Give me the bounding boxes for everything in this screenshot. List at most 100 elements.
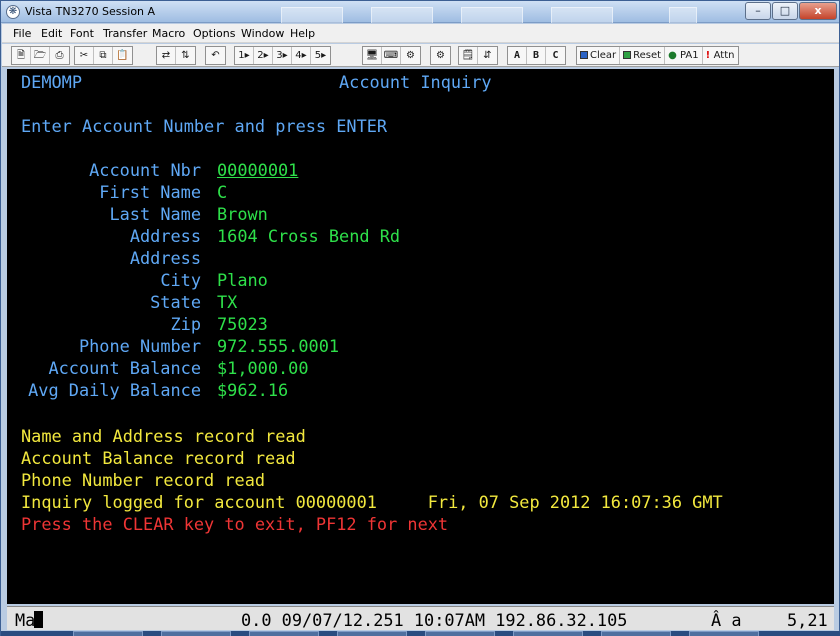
taskbar (1, 631, 840, 636)
background-tab-ghost (371, 7, 433, 23)
address1-label: Address (129, 226, 201, 246)
app-id: DEMOMP (21, 72, 83, 92)
status-message: Account Balance record read (21, 448, 296, 468)
taskbar-item[interactable] (601, 631, 671, 636)
aid-key-group: Clear Reset ● PA1 ! Attn (576, 46, 739, 65)
pa1-button[interactable]: ● PA1 (665, 47, 703, 64)
account-nbr-input[interactable]: 00000001 (217, 159, 298, 181)
transfer-button-group: 🗒 ⇵ (458, 46, 498, 65)
exit-instruction: Press the CLEAR key to exit, PF12 for ne… (21, 514, 449, 534)
terminal-screen[interactable]: DEMOMP Account Inquiry Enter Account Num… (7, 69, 834, 604)
first-name-label: First Name (99, 182, 201, 202)
phone-number-value: 972.555.0001 (217, 336, 340, 356)
notes-button[interactable]: 🗒 (459, 47, 478, 64)
copy-button[interactable]: ⧉ (94, 47, 113, 64)
background-tab-ghost (551, 7, 613, 23)
gear-icon: ⚙ (436, 50, 445, 61)
title-bar[interactable]: ❋ Vista TN3270 Session A – □ x (1, 1, 839, 23)
background-tab-ghost (281, 7, 343, 23)
screen-title: Account Inquiry (339, 72, 492, 92)
menu-window[interactable]: Window (241, 27, 284, 40)
account-nbr-label: Account Nbr (89, 160, 201, 180)
transfer-button[interactable]: ⇵ (478, 47, 497, 64)
new-session-button[interactable]: 🗎 (12, 47, 31, 64)
status-mode: Ma (15, 610, 36, 630)
attn-button[interactable]: ! Attn (703, 47, 738, 64)
background-tab-ghost (461, 7, 523, 23)
disconnect-icon: ⇅ (181, 50, 190, 61)
settings-button-group: ⚙ (430, 46, 451, 65)
app-icon[interactable]: ❋ (6, 5, 20, 19)
keyboard-map-button[interactable]: ⌨ (382, 47, 401, 64)
letter-b-button[interactable]: B (527, 47, 546, 64)
paste-button[interactable]: 📋 (113, 47, 132, 64)
file-button-group: 🗎 🗁 ⎙ (11, 46, 70, 65)
connect-button[interactable]: ⇄ (157, 47, 176, 64)
maximize-icon: □ (779, 4, 791, 17)
taskbar-item[interactable] (689, 631, 759, 636)
pf2-button[interactable]: 2▸ (254, 47, 273, 64)
address2-label: Address (129, 248, 201, 268)
reset-button[interactable]: Reset (620, 47, 666, 64)
taskbar-item[interactable] (249, 631, 319, 636)
cut-button[interactable]: ✂ (75, 47, 94, 64)
menu-transfer[interactable]: Transfer (103, 27, 147, 40)
settings-button[interactable]: ⚙ (431, 47, 450, 64)
menu-bar: File Edit Font Transfer Macro Options Wi… (2, 24, 839, 43)
account-balance-value: $1,000.00 (217, 358, 309, 378)
menu-font[interactable]: Font (70, 27, 94, 40)
taskbar-item[interactable] (161, 631, 231, 636)
pf-key-group: 1▸ 2▸ 3▸ 4▸ 5▸ (234, 46, 331, 65)
connection-button-group: ⇄ ⇅ (156, 46, 196, 65)
taskbar-item[interactable] (425, 631, 495, 636)
macro-button[interactable]: ⚙ (401, 47, 420, 64)
attn-label: Attn (713, 50, 735, 61)
undo-button[interactable]: ↶ (206, 47, 225, 64)
maximize-button[interactable]: □ (772, 2, 798, 20)
taskbar-item[interactable] (73, 631, 143, 636)
undo-button-group: ↶ (205, 46, 226, 65)
menu-edit[interactable]: Edit (41, 27, 62, 40)
close-button[interactable]: x (799, 2, 837, 20)
monitor-icon: 🖥 (365, 50, 379, 61)
pf1-button[interactable]: 1▸ (235, 47, 254, 64)
taskbar-item[interactable] (513, 631, 583, 636)
letter-a-button[interactable]: A (508, 47, 527, 64)
print-button[interactable]: ⎙ (50, 47, 69, 64)
menu-options[interactable]: Options (193, 27, 235, 40)
screen-button[interactable]: 🖥 (363, 47, 382, 64)
background-tab-ghost (669, 7, 697, 23)
open-button[interactable]: 🗁 (31, 47, 50, 64)
new-document-icon: 🗎 (16, 50, 26, 61)
pf3-button[interactable]: 3▸ (273, 47, 292, 64)
disconnect-button[interactable]: ⇅ (176, 47, 195, 64)
reset-label: Reset (633, 50, 662, 61)
avg-daily-balance-value: $962.16 (217, 380, 289, 400)
status-bar: Ma 0.0 09/07/12.251 10:07AM 192.86.32.10… (7, 606, 834, 630)
clear-label: Clear (590, 50, 617, 61)
clipboard-button-group: ✂ ⧉ 📋 (74, 46, 133, 65)
pf5-button[interactable]: 5▸ (311, 47, 330, 64)
transfer-icon: ⇵ (483, 50, 492, 61)
letter-c-button[interactable]: C (546, 47, 565, 64)
letter-button-group: A B C (507, 46, 566, 65)
menu-macro[interactable]: Macro (152, 27, 185, 40)
state-label: State (150, 292, 201, 312)
zip-value: 75023 (217, 314, 268, 334)
menu-file[interactable]: File (13, 27, 31, 40)
pf4-button[interactable]: 4▸ (292, 47, 311, 64)
copy-icon: ⧉ (99, 50, 107, 61)
minimize-button[interactable]: – (745, 2, 771, 20)
view-button-group: 🖥 ⌨ ⚙ (362, 46, 421, 65)
clear-button[interactable]: Clear (577, 47, 621, 64)
last-name-value: Brown (217, 204, 268, 224)
application-window: ❋ Vista TN3270 Session A – □ x File Edit… (0, 0, 840, 636)
open-folder-icon: 🗁 (33, 50, 47, 61)
status-message: Phone Number record read (21, 470, 266, 490)
city-value: Plano (217, 270, 268, 290)
undo-icon: ↶ (211, 50, 220, 61)
taskbar-item[interactable] (337, 631, 407, 636)
inquiry-log-message: Inquiry logged for account 00000001 Fri,… (21, 492, 723, 512)
menu-help[interactable]: Help (290, 27, 315, 40)
minimize-icon: – (755, 4, 761, 17)
